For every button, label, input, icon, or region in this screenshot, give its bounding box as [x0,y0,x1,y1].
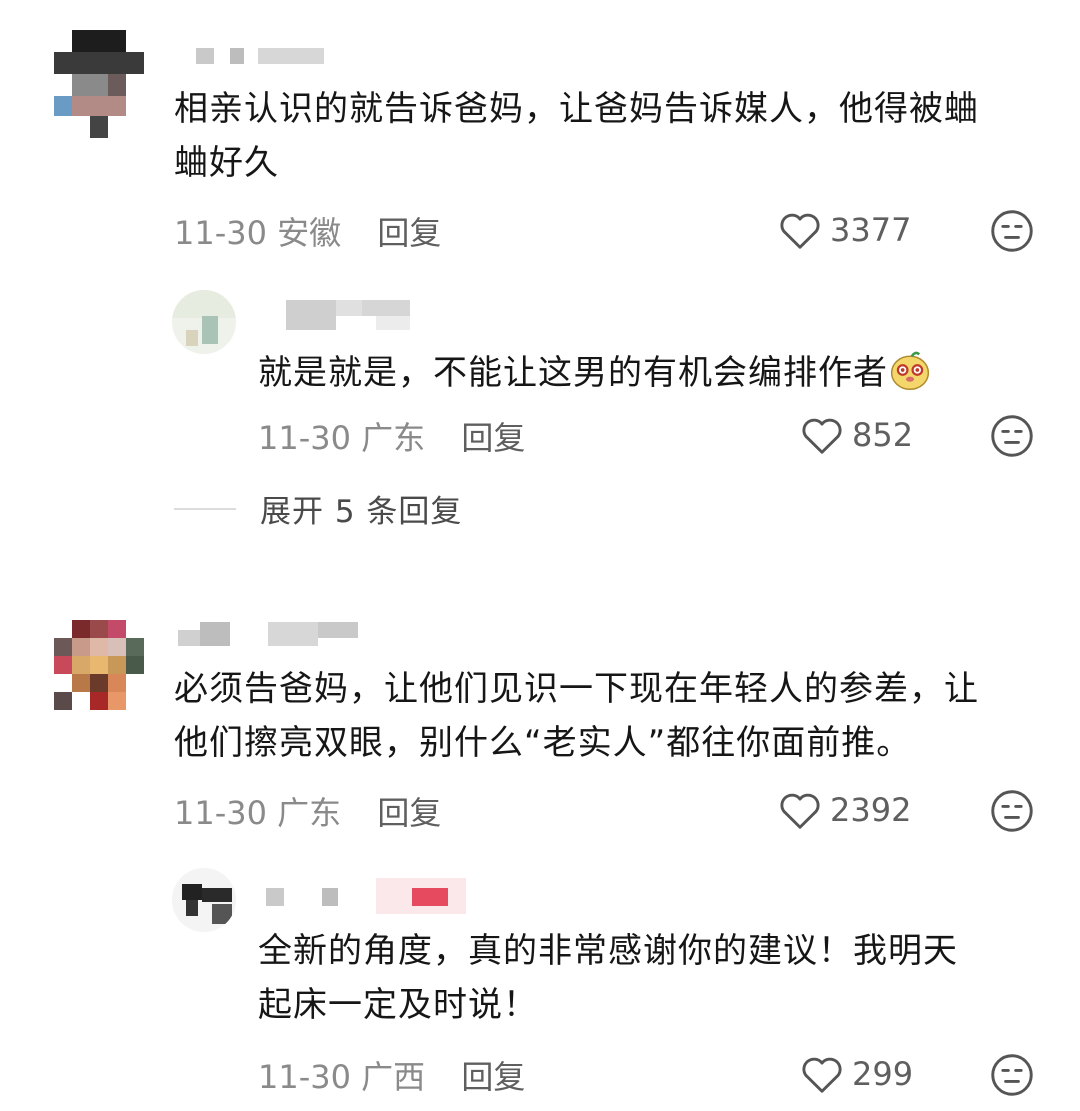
expand-replies-button[interactable]: 展开 5 条回复 [174,486,462,531]
like-count: 852 [852,416,914,454]
like-button[interactable]: 299 [800,1054,913,1094]
like-button[interactable]: 2392 [778,790,911,830]
reply-button[interactable]: 回复 [377,794,441,832]
comment-region: 安徽 [277,214,342,252]
comment-region: 广西 [361,1058,426,1096]
heart-outline-icon [780,213,820,249]
comment-text: 全新的角度，真的非常感谢你的建议！我明天 起床一定及时说！ [258,931,958,1025]
like-button[interactable]: 852 [800,415,913,455]
reply-button[interactable]: 回复 [461,419,525,457]
like-count: 299 [852,1055,914,1093]
comment-date: 11-30 [174,214,267,252]
comment-region: 广东 [277,794,342,832]
like-count: 2392 [830,791,912,829]
comment-date: 11-30 [258,1058,351,1096]
like-button[interactable]: 3377 [778,210,911,250]
unamused-face-icon[interactable] [990,209,1034,253]
unamused-face-icon[interactable] [990,1053,1034,1097]
reply-button[interactable]: 回复 [461,1058,525,1096]
comment-meta: 11-30 广东 回复 [174,788,441,834]
divider-line [174,507,236,510]
comment-meta: 11-30 广东 回复 [258,413,525,459]
avatar[interactable] [54,30,144,138]
reply-button[interactable]: 回复 [377,214,441,252]
comment-meta: 11-30 广西 回复 [258,1052,525,1098]
like-count: 3377 [830,211,912,249]
username-blurred[interactable] [258,300,418,330]
comment-text: 必须告爸妈，让他们见识一下现在年轻人的参差，让 他们擦亮双眼，别什么“老实人”都… [174,669,979,763]
unamused-face-icon[interactable] [990,789,1034,833]
comment-date: 11-30 [174,794,267,832]
comment-meta: 11-30 安徽 回复 [174,208,441,254]
avatar[interactable] [172,290,236,354]
heart-outline-icon [802,418,842,454]
username-blurred[interactable] [196,48,326,64]
comment-region: 广东 [361,419,426,457]
username-blurred[interactable] [266,878,476,914]
username-blurred[interactable] [178,622,368,646]
avatar[interactable] [172,868,236,932]
comment-text: 就是就是，不能让这男的有机会编排作者 [258,346,932,400]
cartoon-face-emoji [890,351,930,390]
expand-replies-label: 展开 5 条回复 [260,494,463,530]
heart-outline-icon [802,1057,842,1093]
avatar[interactable] [54,620,144,710]
heart-outline-icon [780,793,820,829]
comment-date: 11-30 [258,419,351,457]
comment-text: 相亲认识的就告诉爸妈，让爸妈告诉媒人，他得被蛐 蛐好久 [174,89,979,183]
unamused-face-icon[interactable] [990,414,1034,458]
